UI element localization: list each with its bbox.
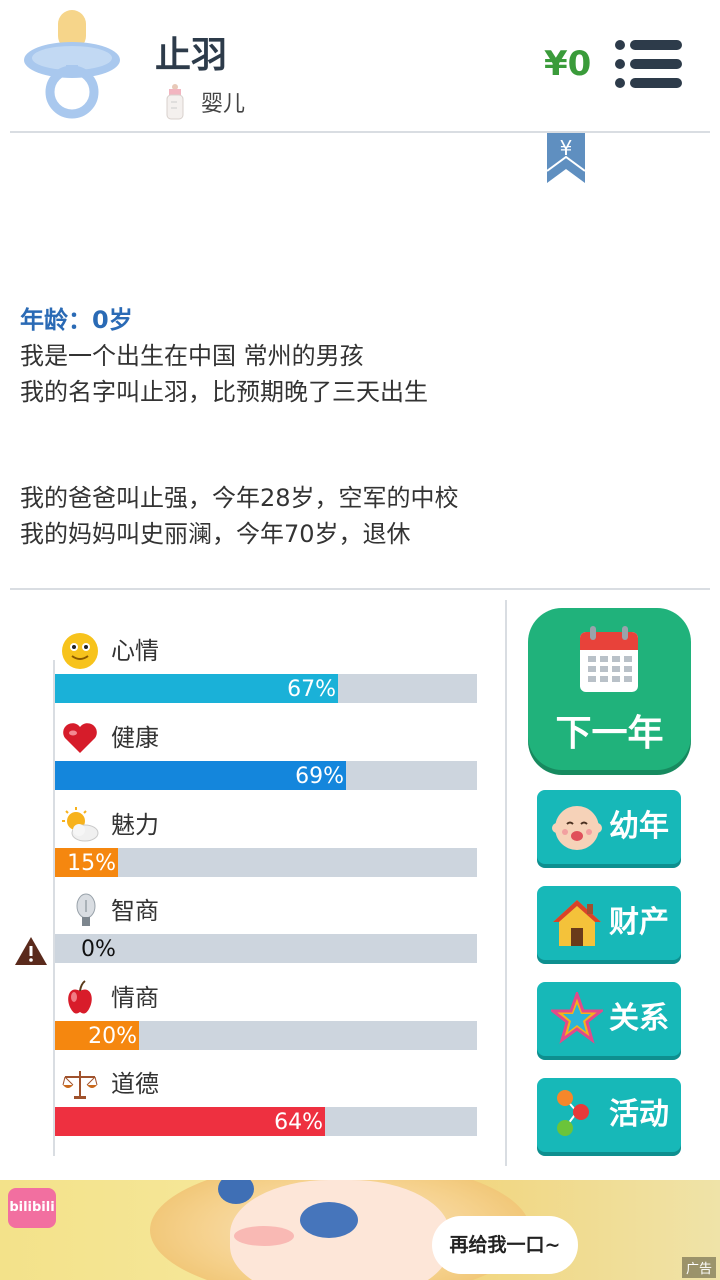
stat-label: 健康 [111,724,159,752]
lightbulb-icon [76,893,96,926]
stat-label: 道德 [111,1070,159,1098]
next-year-label: 下一年 [555,713,664,754]
star-icon [551,992,603,1044]
stat-label: 智商 [111,897,159,925]
ad-illustration-blush [234,1226,294,1246]
stat-label: 魅力 [111,811,159,839]
house-icon [553,900,601,946]
stat-value: 67% [287,677,336,702]
ad-speech-bubble: 再给我一口~ [432,1216,578,1274]
stat-value: 69% [295,764,344,789]
sun-cloud-icon [62,807,99,842]
baby-bottle-icon [166,84,184,120]
story-line: 我是一个出生在中国 常州的男孩 [20,342,364,370]
stat-bar: 15% [55,848,477,877]
stat-value: 15% [67,851,116,876]
relations-label: 关系 [609,1001,669,1036]
stat-label: 心情 [111,637,159,665]
bilibili-logo: bilibili [8,1188,56,1228]
stat-label: 情商 [111,984,159,1012]
header-divider [10,131,710,133]
life-stage: 婴儿 [165,82,245,122]
menu-icon[interactable] [614,38,684,90]
stat-value: 0% [81,937,116,962]
stat-bar: 64% [55,1107,477,1136]
money-balance[interactable]: ¥0 [544,44,591,84]
ad-label: 广告 [681,1257,716,1278]
story-line: 我的名字叫止羽，比预期晚了三天出生 [20,378,428,406]
baby-face-icon [552,806,602,850]
scales-icon [62,1071,98,1099]
player-name: 止羽 [155,35,228,76]
age-line: 年龄：0岁 [20,306,133,334]
panel-divider [505,600,507,1166]
stat-bar: 20% [55,1021,477,1050]
assets-label: 财产 [609,905,669,940]
stat-eq: 情商 20% [55,979,477,1065]
stat-bar: 67% [55,674,477,703]
heart-icon [63,723,97,753]
stat-bar: 69% [55,761,477,790]
activities-button[interactable]: 活动 [537,1078,681,1152]
next-year-button[interactable]: 下一年 [528,608,691,770]
childhood-button[interactable]: 幼年 [537,790,681,864]
childhood-label: 幼年 [609,809,669,844]
ad-illustration-eye [300,1202,358,1238]
stat-mood: 心情 67% [55,632,477,718]
story-line: 我的爸爸叫止强，今年28岁，空军的中校 [20,484,459,512]
smiley-icon [62,633,98,669]
stat-morality: 道德 64% [55,1065,477,1151]
pacifier-avatar-icon [24,10,120,119]
relations-button[interactable]: 关系 [537,982,681,1056]
activity-dots-icon [557,1090,589,1136]
calendar-icon [580,626,638,692]
stat-health: 健康 69% [55,719,477,805]
activities-label: 活动 [609,1097,669,1132]
life-story: 年龄：0岁 我是一个出生在中国 常州的男孩 我的名字叫止羽，比预期晚了三天出生 … [20,302,710,552]
stat-bar: 0% [55,934,477,963]
warning-icon[interactable] [14,936,48,966]
bookmark-symbol: ¥ [560,136,573,160]
story-line: 我的妈妈叫史丽澜，今年70岁，退休 [20,520,411,548]
stat-value: 20% [88,1024,137,1049]
header: 止羽 婴儿 ¥0 [0,0,720,132]
money-bookmark-icon[interactable]: ¥ [547,133,585,185]
stat-charm: 魅力 15% [55,806,477,892]
assets-button[interactable]: 财产 [537,886,681,960]
story-divider [10,588,710,590]
apple-icon [68,980,92,1014]
ad-banner[interactable]: bilibili 再给我一口~ 广告 [0,1180,720,1280]
life-stage-label: 婴儿 [201,92,246,117]
stat-iq: 智商 0% [55,892,477,978]
stat-value: 64% [274,1110,323,1135]
